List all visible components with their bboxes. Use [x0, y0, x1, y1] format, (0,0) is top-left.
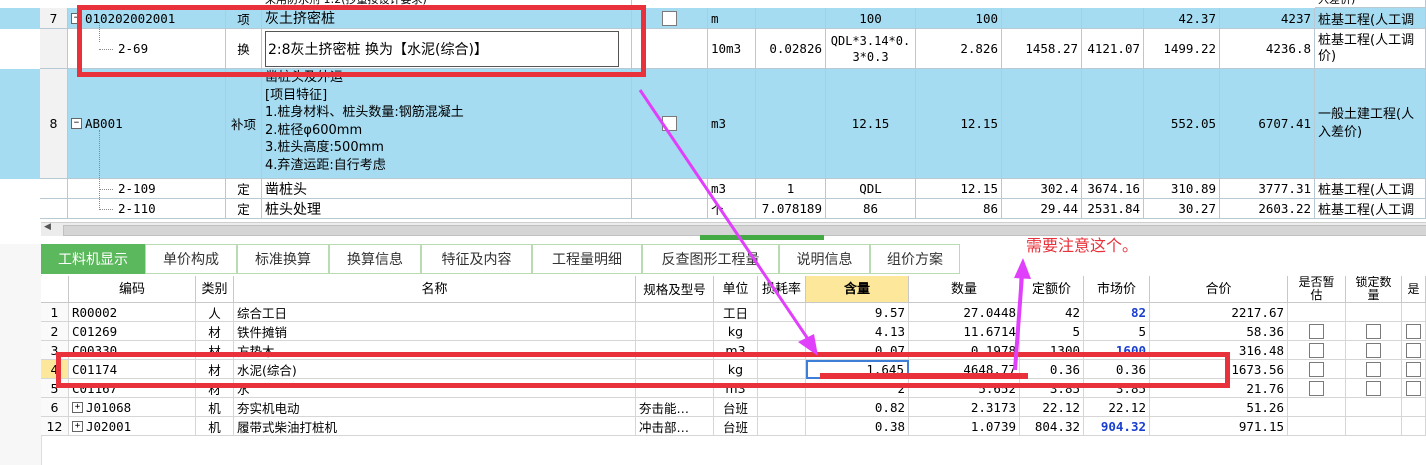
- arrow-line: [638, 89, 814, 346]
- arrow-line: [1013, 274, 1024, 371]
- annotation-arrows: [638, 89, 1031, 371]
- arrow-head: [1014, 258, 1031, 279]
- arrow-head: [798, 334, 818, 356]
